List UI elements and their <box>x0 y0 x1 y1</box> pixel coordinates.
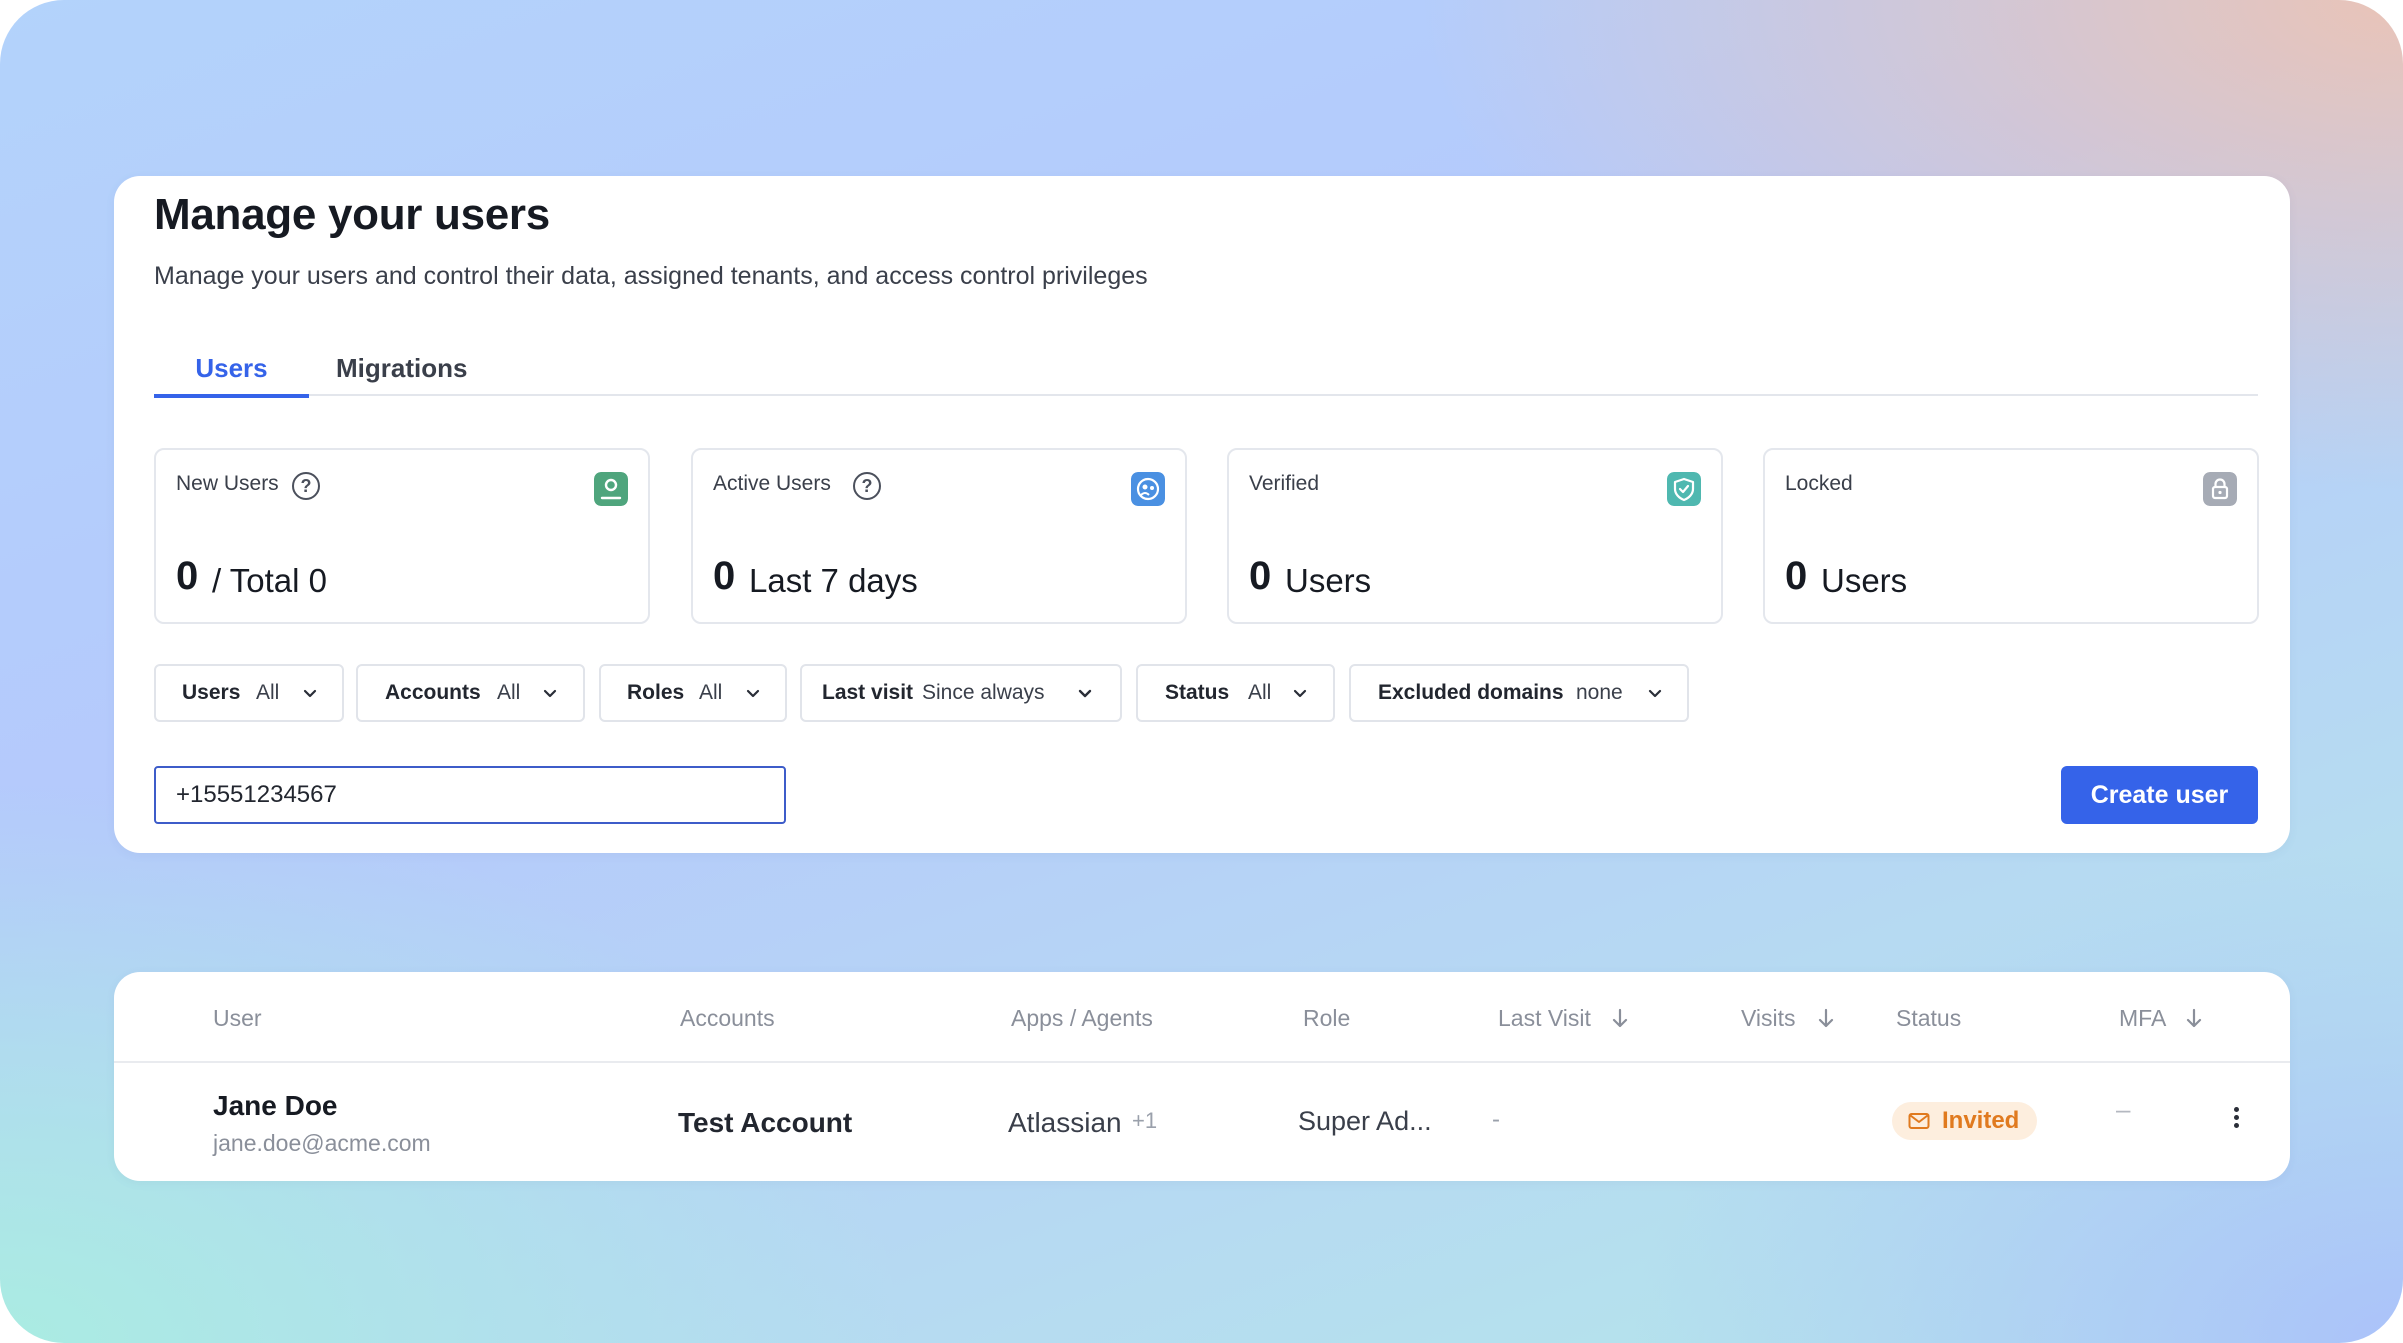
filter-value: All <box>497 681 521 704</box>
stat-text: Last 7 days <box>749 562 918 599</box>
manage-users-panel: Manage your users Manage your users and … <box>114 176 2290 853</box>
stat-text: / Total 0 <box>212 562 327 599</box>
filter-excluded-domains[interactable]: Excluded domains none <box>1349 664 1689 722</box>
stat-value: 0 <box>713 554 736 598</box>
stat-label: Active Users <box>713 472 831 495</box>
stat-label: Verified <box>1249 472 1320 495</box>
filter-name: Excluded domains <box>1378 681 1564 704</box>
user-name[interactable]: Jane Doe <box>213 1090 338 1122</box>
column-header-accounts: Accounts <box>680 1005 775 1031</box>
filter-value: none <box>1576 681 1623 704</box>
column-header-user: User <box>213 1005 262 1031</box>
row-actions-menu-icon[interactable] <box>2228 1104 2244 1140</box>
page-title: Manage your users <box>154 190 550 239</box>
stat-value: 0 <box>1785 554 1808 598</box>
filter-accounts[interactable]: Accounts All <box>356 664 585 722</box>
column-header-last-visit[interactable]: Last Visit <box>1498 1005 1591 1032</box>
filter-value: All <box>256 681 280 704</box>
page-subtitle: Manage your users and control their data… <box>154 262 1148 290</box>
stat-value: 0 <box>176 554 199 598</box>
active-users-icon <box>1131 472 1165 506</box>
stat-card-locked: Locked 0 Users <box>1763 448 2259 624</box>
stat-label: New Users <box>176 472 279 495</box>
stat-value: 0 <box>1249 554 1272 598</box>
chevron-down-icon <box>1648 689 1662 698</box>
stat-label: Locked <box>1785 472 1853 495</box>
stat-card-active-users: Active Users ? 0 Last 7 days <box>691 448 1187 624</box>
column-header-role: Role <box>1303 1005 1351 1031</box>
cell-app-more-count[interactable]: +1 <box>1132 1108 1157 1134</box>
table-header-divider <box>114 1061 2290 1063</box>
filter-value: All <box>699 681 723 704</box>
lock-icon <box>2203 472 2237 506</box>
chevron-down-icon <box>746 689 760 698</box>
user-email: jane.doe@acme.com <box>213 1130 431 1156</box>
status-label: Invited <box>1942 1107 2020 1134</box>
filter-status[interactable]: Status All <box>1136 664 1335 722</box>
cell-account: Test Account <box>678 1107 853 1138</box>
user-badge-icon <box>594 472 628 506</box>
cell-last-visit: - <box>1492 1106 1500 1133</box>
filter-name: Status <box>1165 681 1230 704</box>
create-user-button[interactable]: Create user <box>2061 766 2258 824</box>
chevron-down-icon <box>543 689 557 698</box>
help-icon[interactable]: ? <box>292 472 320 500</box>
background-stage: Manage your users Manage your users and … <box>0 0 2403 1343</box>
chevron-down-icon <box>1293 689 1307 698</box>
sort-arrow-down-icon[interactable] <box>1816 1007 1836 1029</box>
filter-value: Since always <box>922 681 1045 704</box>
search-input[interactable] <box>154 766 786 824</box>
tab-bar: Users Migrations <box>154 352 2258 398</box>
cell-role: Super Ad... <box>1298 1106 1432 1136</box>
sort-arrow-down-icon[interactable] <box>2184 1007 2204 1029</box>
filter-last-visit[interactable]: Last visit Since always <box>800 664 1122 722</box>
help-icon[interactable]: ? <box>853 472 881 500</box>
cell-mfa: – <box>2116 1094 2131 1124</box>
filter-value: All <box>1248 681 1272 704</box>
users-table: User Accounts Apps / Agents Role Last Vi… <box>114 972 2290 1181</box>
cell-app: Atlassian <box>1008 1107 1122 1138</box>
chevron-down-icon <box>303 689 317 698</box>
tab-users[interactable]: Users <box>154 352 309 398</box>
stat-text: Users <box>1285 562 1372 599</box>
column-header-mfa[interactable]: MFA <box>2119 1005 2166 1032</box>
tab-migrations[interactable]: Migrations <box>336 352 467 396</box>
mail-icon <box>1908 1113 1930 1129</box>
chevron-down-icon <box>1078 689 1092 698</box>
status-badge: Invited <box>1892 1102 2038 1140</box>
column-header-status: Status <box>1896 1005 1962 1031</box>
filter-users[interactable]: Users All <box>154 664 344 722</box>
filter-name: Users <box>182 681 241 704</box>
filter-name: Last visit <box>822 681 914 704</box>
filter-name: Roles <box>627 681 685 704</box>
stat-card-new-users: New Users ? 0 / Total 0 <box>154 448 650 624</box>
column-header-apps: Apps / Agents <box>1011 1005 1153 1031</box>
sort-arrow-down-icon[interactable] <box>1610 1007 1630 1029</box>
column-header-visits[interactable]: Visits <box>1741 1005 1796 1032</box>
filter-name: Accounts <box>385 681 481 704</box>
filter-roles[interactable]: Roles All <box>599 664 787 722</box>
stat-text: Users <box>1821 562 1908 599</box>
stat-card-verified: Verified 0 Users <box>1227 448 1723 624</box>
shield-check-icon <box>1667 472 1701 506</box>
